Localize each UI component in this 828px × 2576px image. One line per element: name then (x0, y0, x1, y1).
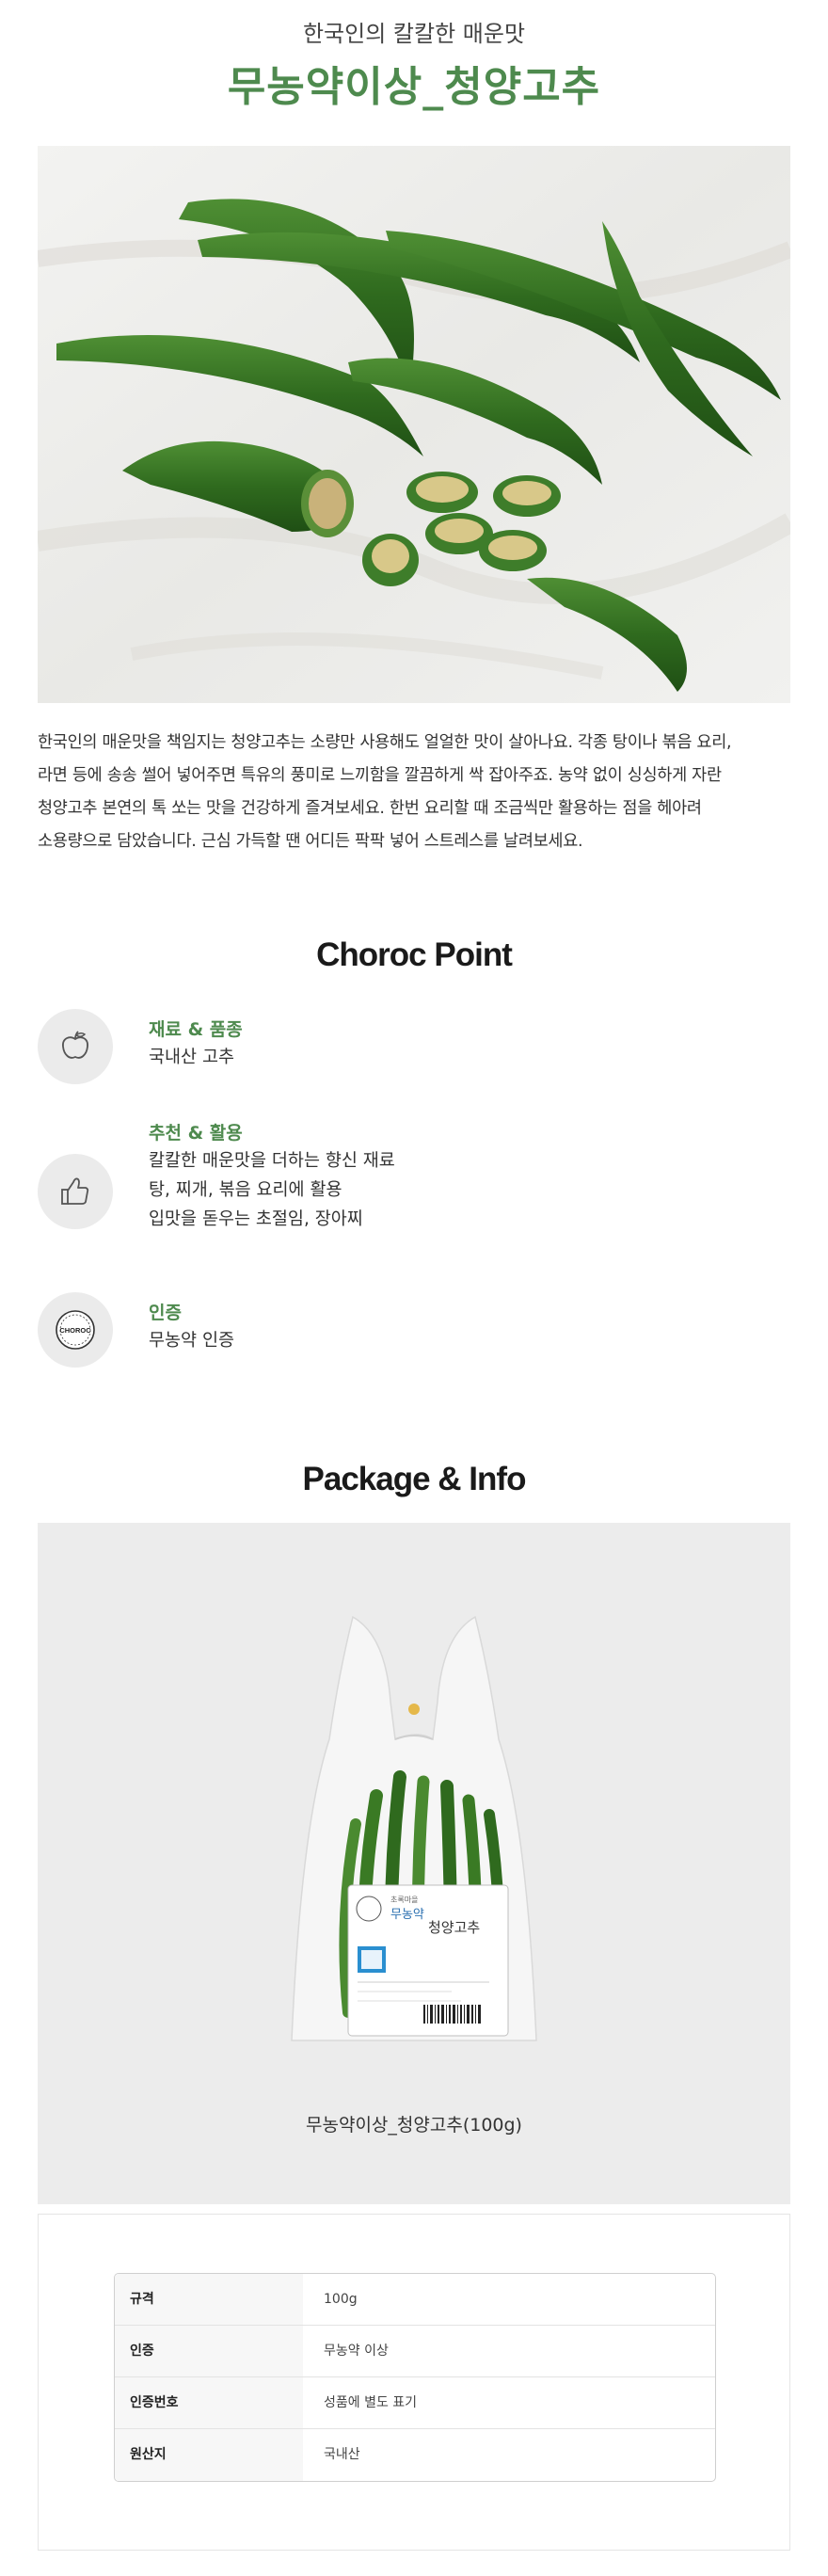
description-line: 청양고추 본연의 톡 쏘는 맛을 건강하게 즐겨보세요. 한번 요리할 때 조금… (38, 799, 702, 818)
product-info-table: 규격 100g 인증 무농약 이상 인증번호 성품에 별도 표기 원산지 국내산 (114, 2273, 716, 2482)
point-label: 재료 & 품종 (149, 1019, 243, 1040)
table-value: 100g (324, 2292, 358, 2307)
package-label-name: 청양고추 (428, 1919, 480, 1936)
table-key: 원산지 (115, 2429, 303, 2481)
description-line: 한국인의 매운맛을 책임지는 청양고추는 소량만 사용해도 얼얼한 맛이 살아나… (38, 733, 732, 752)
table-value: 무농약 이상 (324, 2344, 389, 2359)
point-item-certification: CHOROC 인증 무농약 인증 (38, 1292, 753, 1372)
table-value: 성품에 별도 표기 (324, 2395, 418, 2410)
package-image-panel: 초록마을 무농약 청양고추 무농약이상_청양고추(100g) (38, 1523, 790, 2204)
package-caption: 무농약이상_청양고추(100g) (306, 2115, 522, 2136)
point-text: 추천 & 활용 칼칼한 매운맛을 더하는 향신 재료 탕, 찌개, 볶음 요리에… (149, 1120, 395, 1234)
point-line: 칼칼한 매운맛을 더하는 향신 재료 (149, 1151, 395, 1171)
point-line: 탕, 찌개, 볶음 요리에 활용 (149, 1180, 342, 1200)
point-line: 입맛을 돋우는 초절임, 장아찌 (149, 1209, 363, 1229)
description-line: 소용량으로 담았습니다. 근심 가득할 땐 어디든 팍팍 넣어 스트레스를 날려… (38, 832, 583, 851)
table-key: 인증 (115, 2326, 303, 2376)
thumbs-up-icon (38, 1154, 113, 1229)
product-detail-page: 한국인의 칼칼한 매운맛 무농약이상_청양고추 한국인의 매운맛을 책임지는 청… (0, 0, 828, 2576)
package-label-brand: 초록마을 (390, 1896, 418, 1904)
point-item-usage: 추천 & 활용 칼칼한 매운맛을 더하는 향신 재료 탕, 찌개, 볶음 요리에… (38, 1120, 753, 1242)
table-key: 규격 (115, 2274, 303, 2325)
description-line: 라면 등에 송송 썰어 넣어주면 특유의 풍미로 느끼함을 깔끔하게 싹 잡아주… (38, 766, 722, 785)
apple-icon (38, 1009, 113, 1084)
header: 한국인의 칼칼한 매운맛 무농약이상_청양고추 (0, 0, 828, 120)
page-title: 무농약이상_청양고추 (227, 63, 601, 111)
product-info-box: 규격 100g 인증 무농약 이상 인증번호 성품에 별도 표기 원산지 국내산 (38, 2214, 790, 2551)
package-image: 초록마을 무농약 청양고추 (291, 1615, 537, 2041)
hero-image (38, 146, 790, 703)
table-row: 인증 무농약 이상 (115, 2326, 715, 2377)
point-label: 인증 (149, 1303, 182, 1323)
table-row: 원산지 국내산 (115, 2429, 715, 2481)
table-row: 규격 100g (115, 2274, 715, 2326)
page-subtitle: 한국인의 칼칼한 매운맛 (302, 21, 526, 47)
package-label-cert: 무농약 (390, 1908, 424, 1922)
point-line: 무농약 인증 (149, 1331, 234, 1351)
point-text: 재료 & 품종 국내산 고추 (149, 1016, 243, 1072)
point-item-ingredients: 재료 & 품종 국내산 고추 (38, 1009, 753, 1089)
table-row: 인증번호 성품에 별도 표기 (115, 2377, 715, 2429)
product-description: 한국인의 매운맛을 책임지는 청양고추는 소량만 사용해도 얼얼한 맛이 살아나… (38, 727, 790, 858)
table-key: 인증번호 (115, 2377, 303, 2428)
badge-text: CHOROC (59, 1326, 91, 1335)
point-line: 국내산 고추 (149, 1048, 234, 1067)
point-label: 추천 & 활용 (149, 1123, 243, 1144)
package-info-title: Package & Info (302, 1461, 527, 1497)
choroc-badge-icon: CHOROC (38, 1292, 113, 1368)
choroc-point-title: Choroc Point (316, 936, 513, 973)
table-value: 국내산 (324, 2447, 360, 2462)
point-text: 인증 무농약 인증 (149, 1300, 234, 1355)
